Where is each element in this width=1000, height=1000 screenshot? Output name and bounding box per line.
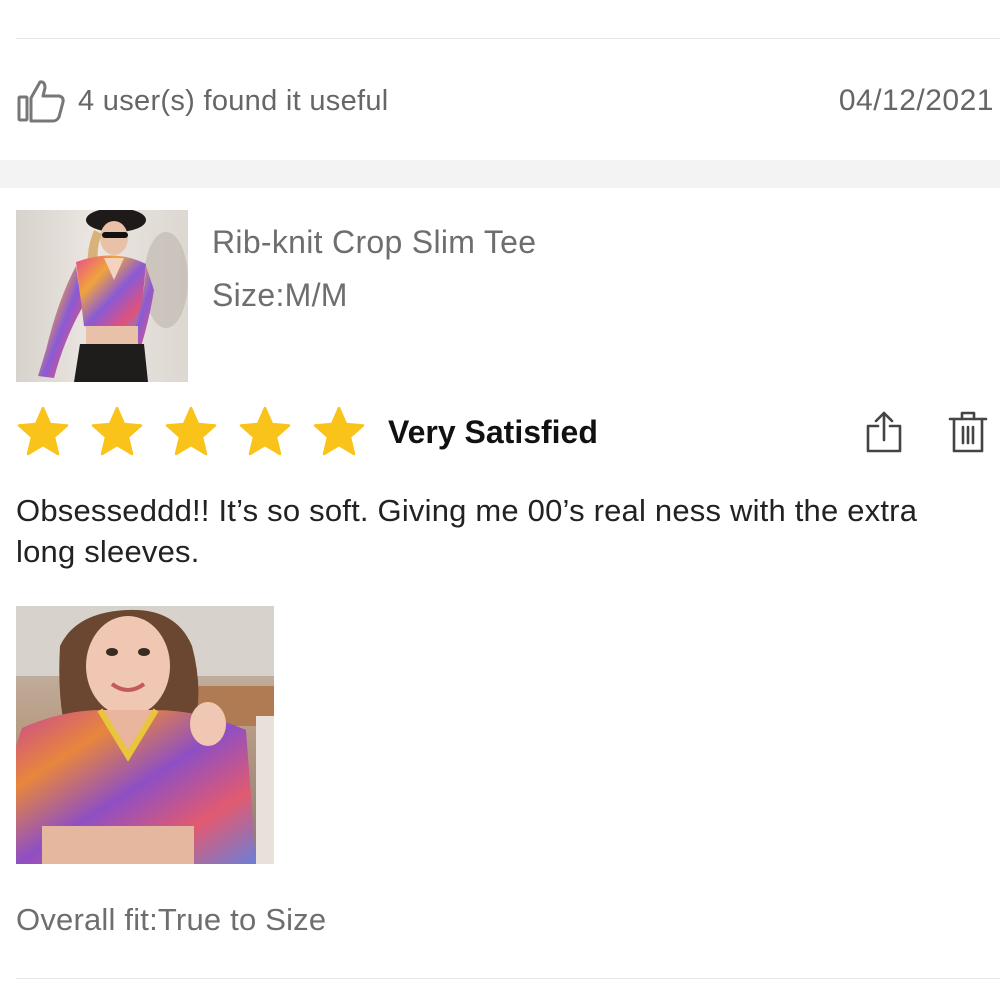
section-separator (0, 160, 1000, 188)
star-icon (91, 406, 143, 456)
overall-fit: Overall fit:True to Size (16, 902, 327, 937)
share-icon[interactable] (864, 410, 904, 454)
star-icon (313, 406, 365, 456)
product-name[interactable]: Rib-knit Crop Slim Tee (212, 224, 536, 261)
bottom-divider (16, 978, 1000, 979)
review-date: 04/12/2021 (838, 84, 994, 117)
product-size: Size:M/M (212, 277, 348, 313)
star-icon (165, 406, 217, 456)
useful-count-text: 4 user(s) found it useful (78, 84, 389, 117)
review-actions (864, 410, 988, 454)
review-card: 4 user(s) found it useful 04/12/2021 Rib… (0, 0, 1000, 1000)
thumbs-up-icon[interactable] (16, 78, 66, 124)
customer-photo (16, 606, 274, 864)
review-text: Obsesseddd!! It’s so soft. Giving me 00’… (16, 493, 918, 569)
rating-label: Very Satisfied (388, 413, 598, 450)
star-icon (17, 406, 69, 456)
product-photo (38, 210, 188, 382)
star-rating (16, 405, 386, 459)
product-row[interactable]: Rib-knit Crop Slim Tee Size:M/M (16, 210, 536, 382)
product-info: Rib-knit Crop Slim Tee Size:M/M (212, 210, 536, 382)
rating-row: Very Satisfied (16, 404, 988, 460)
star-icon (239, 406, 291, 456)
useful-row: 4 user(s) found it useful 04/12/2021 (16, 76, 994, 126)
trash-icon[interactable] (948, 410, 988, 454)
review-photo[interactable] (16, 606, 274, 864)
product-thumbnail[interactable] (16, 210, 188, 382)
helpful-button[interactable]: 4 user(s) found it useful (16, 78, 389, 124)
top-divider (16, 38, 1000, 39)
